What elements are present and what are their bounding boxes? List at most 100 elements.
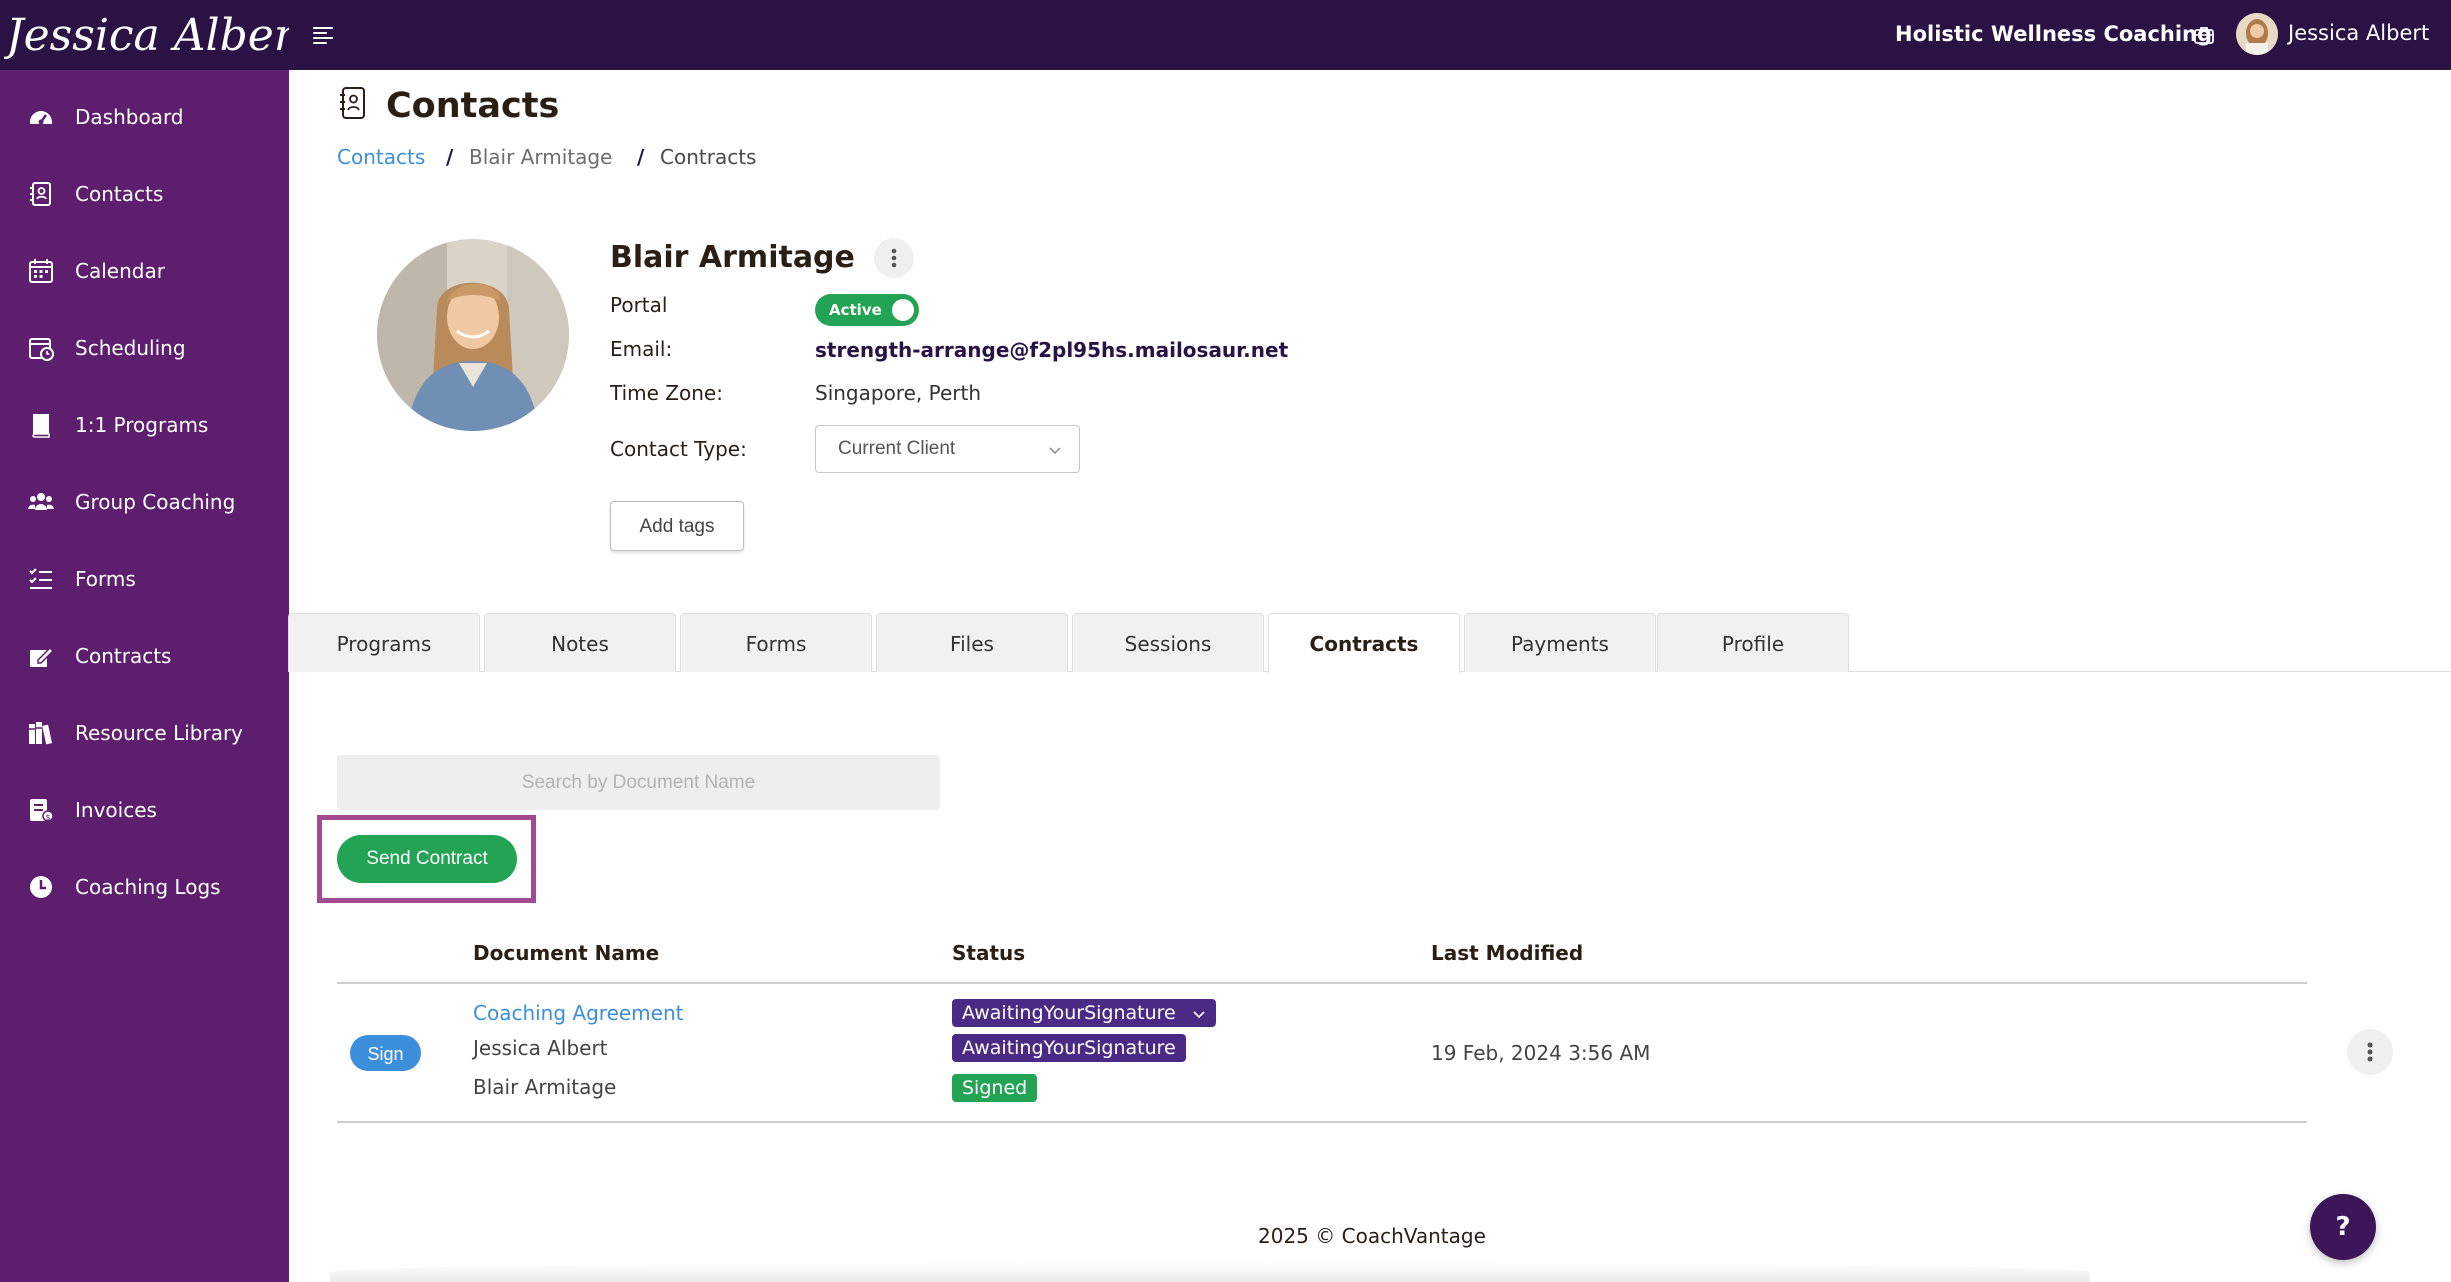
sidebar-item-label: Invoices: [75, 798, 157, 822]
kebab-menu-icon: [2367, 1042, 2373, 1062]
logo[interactable]: Jessica Albert: [4, 2, 289, 68]
page-title: Contacts: [386, 86, 560, 126]
signature-icon: [30, 646, 55, 667]
column-header-status[interactable]: Status: [952, 941, 1025, 965]
user-avatar[interactable]: [2236, 13, 2278, 55]
signer-name: Jessica Albert: [473, 1036, 608, 1060]
send-contract-label: Send Contract: [366, 848, 488, 869]
sidebar-item-calendar[interactable]: Calendar: [0, 233, 289, 309]
sidebar-item-label: Forms: [75, 567, 136, 591]
sidebar-item-label: Resource Library: [75, 721, 244, 745]
address-book-icon: [30, 182, 51, 206]
tab-label: Payments: [1511, 632, 1609, 656]
help-button[interactable]: ?: [2310, 1194, 2376, 1260]
document-link[interactable]: Coaching Agreement: [473, 1001, 684, 1025]
tab-label: Profile: [1721, 632, 1785, 656]
document-search-input[interactable]: [337, 755, 940, 810]
row-options-button[interactable]: [2347, 1029, 2393, 1075]
portal-label: Portal: [610, 293, 668, 317]
sidebar-item-label: Contacts: [75, 182, 164, 206]
top-bar: Jessica Albert Holistic Wellness Coachin…: [0, 0, 2451, 70]
tab-notes[interactable]: Notes: [484, 613, 676, 672]
dashboard-gauge-icon: [30, 111, 52, 125]
footer-shadow: [330, 1262, 2090, 1282]
toggle-knob: [892, 299, 914, 321]
add-tags-label: Add tags: [639, 516, 715, 537]
contact-timezone: Singapore, Perth: [815, 381, 982, 405]
sidebar-item-group-coaching[interactable]: Group Coaching: [0, 464, 289, 540]
tab-label: Files: [950, 632, 994, 656]
library-icon: [29, 722, 53, 745]
tab-contracts[interactable]: Contracts: [1268, 613, 1460, 673]
sidebar: Dashboard Contacts Calendar Scheduling 1…: [0, 70, 289, 1282]
breadcrumb-contacts[interactable]: Contacts: [337, 145, 425, 169]
sidebar-item-label: Dashboard: [75, 105, 184, 129]
table-row-divider: [337, 1121, 2307, 1123]
portal-toggle[interactable]: Active: [815, 294, 919, 326]
tab-profile[interactable]: Profile: [1657, 613, 1849, 672]
address-book-icon: [340, 87, 365, 119]
sidebar-item-label: Calendar: [75, 259, 165, 283]
sidebar-item-coaching-logs[interactable]: Coaching Logs: [0, 849, 289, 925]
sidebar-item-contracts[interactable]: Contracts: [0, 618, 289, 694]
tab-payments[interactable]: Payments: [1464, 613, 1656, 672]
calendar-clock-icon: [29, 338, 54, 361]
sign-button[interactable]: Sign: [350, 1035, 421, 1071]
contact-type-value: Current Client: [838, 438, 956, 459]
column-header-last-modified[interactable]: Last Modified: [1431, 941, 1583, 965]
user-name[interactable]: Jessica Albert: [2288, 21, 2429, 45]
sidebar-item-programs[interactable]: 1:1 Programs: [0, 387, 289, 463]
contact-options-button[interactable]: [874, 238, 914, 278]
send-contract-button[interactable]: Send Contract: [337, 835, 517, 883]
table-header-divider: [337, 982, 2307, 984]
timezone-label: Time Zone:: [610, 381, 723, 405]
book-icon: [32, 414, 50, 438]
kebab-menu-icon: [891, 248, 897, 268]
sidebar-item-scheduling[interactable]: Scheduling: [0, 310, 289, 386]
sidebar-item-label: Coaching Logs: [75, 875, 221, 899]
status-badge: Signed: [952, 1074, 1038, 1102]
tab-label: Programs: [336, 632, 432, 656]
sidebar-item-dashboard[interactable]: Dashboard: [0, 79, 289, 155]
business-name: Holistic Wellness Coaching: [1895, 22, 2213, 46]
svg-text:Jessica Albert: Jessica Albert: [4, 10, 289, 61]
users-icon: [28, 493, 54, 510]
contact-type-label: Contact Type:: [610, 437, 747, 461]
tab-label: Contracts: [1309, 632, 1419, 656]
tab-sessions[interactable]: Sessions: [1072, 613, 1264, 672]
tab-label: Sessions: [1124, 632, 1212, 656]
calendar-icon: [29, 259, 53, 283]
sidebar-item-invoices[interactable]: $ Invoices: [0, 772, 289, 848]
footer-copyright: 2025 © CoachVantage: [1258, 1224, 1486, 1248]
chevron-down-icon: [1049, 447, 1061, 455]
contact-name: Blair Armitage: [610, 240, 855, 275]
invoice-icon: $: [30, 799, 54, 822]
briefcase-icon[interactable]: [2193, 24, 2215, 46]
signer-name: Blair Armitage: [473, 1075, 617, 1099]
svg-text:$: $: [45, 813, 50, 822]
email-label: Email:: [610, 337, 673, 361]
sidebar-item-label: Scheduling: [75, 336, 186, 360]
status-dropdown-badge[interactable]: AwaitingYourSignature: [952, 999, 1216, 1027]
status-badge: AwaitingYourSignature: [952, 1034, 1186, 1062]
sign-label: Sign: [367, 1044, 404, 1064]
add-tags-button[interactable]: Add tags: [610, 501, 744, 551]
sidebar-item-resource-library[interactable]: Resource Library: [0, 695, 289, 771]
breadcrumb-contact-name[interactable]: Blair Armitage: [469, 145, 612, 169]
tab-files[interactable]: Files: [876, 613, 1068, 672]
breadcrumb-separator: /: [637, 145, 645, 169]
tab-forms[interactable]: Forms: [680, 613, 872, 672]
checklist-icon: [29, 568, 52, 589]
tab-label: Forms: [745, 632, 807, 656]
menu-toggle-icon[interactable]: [312, 24, 334, 46]
column-header-document-name[interactable]: Document Name: [473, 941, 659, 965]
contact-email[interactable]: strength-arrange@f2pl95hs.mailosaur.net: [815, 338, 1288, 362]
sidebar-item-forms[interactable]: Forms: [0, 541, 289, 617]
sidebar-item-label: Contracts: [75, 644, 172, 668]
chevron-down-icon: [1193, 1010, 1205, 1018]
breadcrumb-separator: /: [446, 145, 454, 169]
portal-status: Active: [829, 301, 882, 319]
sidebar-item-contacts[interactable]: Contacts: [0, 156, 289, 232]
tab-programs[interactable]: Programs: [288, 613, 480, 672]
contact-type-select[interactable]: Current Client: [815, 425, 1080, 473]
